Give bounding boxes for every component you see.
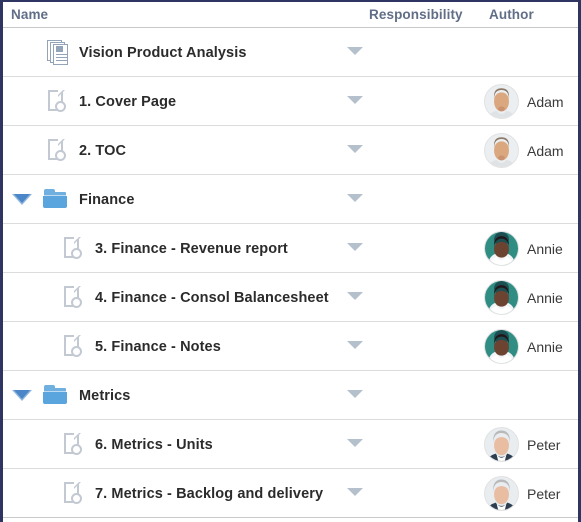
document-icon xyxy=(47,89,69,115)
row-author-cell[interactable]: Adam xyxy=(484,126,564,175)
folder-icon xyxy=(43,188,69,211)
row-name-cell[interactable]: Vision Product Analysis xyxy=(47,28,247,77)
author-name: Annie xyxy=(527,338,563,355)
dropdown-arrow-icon[interactable] xyxy=(347,47,363,55)
row-name-cell[interactable]: Metrics xyxy=(43,371,130,420)
row-author-cell[interactable]: Adam xyxy=(484,77,564,126)
row-label: 2. TOC xyxy=(79,142,127,159)
document-icon xyxy=(63,432,85,458)
avatar xyxy=(484,231,519,266)
table-row[interactable]: 2. TOC Adam xyxy=(3,126,578,175)
document-stack-icon xyxy=(47,39,69,66)
dropdown-arrow-icon[interactable] xyxy=(347,243,363,251)
folder-icon xyxy=(43,384,69,407)
table-row[interactable]: Vision Product Analysis xyxy=(3,28,578,77)
row-name-cell[interactable]: 1. Cover Page xyxy=(47,77,176,126)
row-label: 5. Finance - Notes xyxy=(95,338,221,355)
avatar xyxy=(484,329,519,364)
dropdown-arrow-icon[interactable] xyxy=(347,96,363,104)
row-name-cell[interactable]: Finance xyxy=(43,175,135,224)
column-header-author[interactable]: Author xyxy=(489,7,534,22)
row-author-cell[interactable]: Annie xyxy=(484,224,563,273)
author-name: Peter xyxy=(527,436,561,453)
author-name: Peter xyxy=(527,485,561,502)
avatar xyxy=(484,133,519,168)
table-row[interactable]: Metrics xyxy=(3,371,578,420)
column-header-responsibility[interactable]: Responsibility xyxy=(369,7,463,22)
row-author-cell[interactable]: Peter xyxy=(484,420,560,469)
table-body: Vision Product Analysis 1. Cover Page Adam… xyxy=(3,28,578,518)
table-row[interactable]: 4. Finance - Consol Balancesheet Annie xyxy=(3,273,578,322)
document-tree-table: Name Responsibility Author Vision Produc… xyxy=(0,0,581,522)
dropdown-arrow-icon[interactable] xyxy=(347,439,363,447)
column-header-name[interactable]: Name xyxy=(11,7,48,22)
document-icon xyxy=(63,334,85,360)
row-label: 3. Finance - Revenue report xyxy=(95,240,288,257)
row-label: 1. Cover Page xyxy=(79,93,177,110)
dropdown-arrow-icon[interactable] xyxy=(347,145,363,153)
row-label: Metrics xyxy=(79,387,131,404)
row-name-cell[interactable]: 3. Finance - Revenue report xyxy=(63,224,288,273)
table-row[interactable]: 1. Cover Page Adam xyxy=(3,77,578,126)
row-name-cell[interactable]: 4. Finance - Consol Balancesheet xyxy=(63,273,329,322)
author-name: Adam xyxy=(527,93,564,110)
dropdown-arrow-icon[interactable] xyxy=(347,292,363,300)
row-author-cell[interactable]: Annie xyxy=(484,322,563,371)
dropdown-arrow-icon[interactable] xyxy=(347,194,363,202)
dropdown-arrow-icon[interactable] xyxy=(347,488,363,496)
avatar xyxy=(484,427,519,462)
document-icon xyxy=(63,285,85,311)
table-row[interactable]: 5. Finance - Notes Annie xyxy=(3,322,578,371)
table-row[interactable]: 6. Metrics - Units Peter xyxy=(3,420,578,469)
avatar xyxy=(484,84,519,119)
avatar xyxy=(484,280,519,315)
dropdown-arrow-icon[interactable] xyxy=(347,390,363,398)
author-name: Annie xyxy=(527,289,563,306)
avatar xyxy=(484,476,519,511)
table-row[interactable]: Finance xyxy=(3,175,578,224)
author-name: Annie xyxy=(527,240,563,257)
row-label: 7. Metrics - Backlog and delivery xyxy=(95,485,324,502)
document-icon xyxy=(63,481,85,507)
row-label: 4. Finance - Consol Balancesheet xyxy=(95,289,329,306)
row-name-cell[interactable]: 6. Metrics - Units xyxy=(63,420,213,469)
table-header-row: Name Responsibility Author xyxy=(3,2,578,28)
row-name-cell[interactable]: 7. Metrics - Backlog and delivery xyxy=(63,469,323,518)
row-label: 6. Metrics - Units xyxy=(95,436,213,453)
dropdown-arrow-icon[interactable] xyxy=(347,341,363,349)
table-row[interactable]: 7. Metrics - Backlog and delivery Peter xyxy=(3,469,578,518)
expand-collapse-triangle-icon[interactable] xyxy=(12,194,32,205)
document-icon xyxy=(47,138,69,164)
document-icon xyxy=(63,236,85,262)
row-name-cell[interactable]: 5. Finance - Notes xyxy=(63,322,221,371)
row-author-cell[interactable]: Peter xyxy=(484,469,560,518)
row-name-cell[interactable]: 2. TOC xyxy=(47,126,126,175)
author-name: Adam xyxy=(527,142,564,159)
expand-collapse-triangle-icon[interactable] xyxy=(12,390,32,401)
row-author-cell[interactable]: Annie xyxy=(484,273,563,322)
row-label: Vision Product Analysis xyxy=(79,44,247,61)
table-row[interactable]: 3. Finance - Revenue report Annie xyxy=(3,224,578,273)
row-label: Finance xyxy=(79,191,135,208)
